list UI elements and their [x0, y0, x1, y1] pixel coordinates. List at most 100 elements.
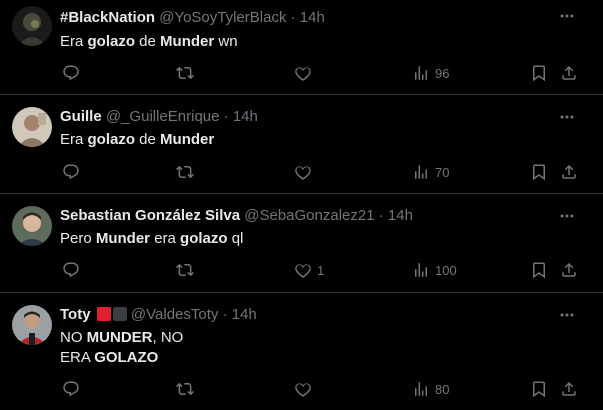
timestamp[interactable]: 14h — [300, 9, 325, 26]
bookmark-button[interactable] — [530, 63, 548, 83]
text-part-bold: golazo — [87, 33, 136, 50]
bookmark-icon — [533, 262, 545, 279]
timestamp[interactable]: 14h — [388, 207, 413, 224]
flag-badge-icon — [112, 307, 127, 321]
text-part: wn — [214, 33, 238, 50]
reply-button[interactable] — [62, 379, 80, 399]
text-part-bold: golazo — [87, 131, 136, 148]
text-part: ql — [227, 230, 244, 247]
share-button[interactable] — [560, 162, 578, 182]
tweet-text: Era golazo de Munder — [60, 130, 214, 150]
views-icon — [415, 382, 427, 396]
tweet[interactable]: #BlackNation @YoSoyTylerBlack · 14h Era … — [0, 0, 603, 95]
text-part-bold: golazo — [180, 230, 228, 247]
bookmark-icon — [533, 65, 545, 82]
like-button[interactable] — [294, 379, 317, 399]
share-button[interactable] — [560, 379, 578, 399]
reply-icon — [63, 164, 79, 180]
tweet-text: Pero Munder era golazo ql — [60, 229, 243, 249]
avatar[interactable] — [12, 6, 52, 46]
text-part-bold: GOLAZO — [94, 349, 159, 366]
avatar[interactable] — [12, 305, 52, 345]
user-handle[interactable]: @_GuilleEnrique — [106, 108, 220, 125]
reply-button[interactable] — [62, 260, 80, 280]
like-button[interactable] — [294, 63, 317, 83]
display-name[interactable]: #BlackNation — [60, 9, 155, 26]
text-part: Era — [60, 33, 88, 50]
display-name[interactable]: Sebastian González Silva — [60, 207, 240, 224]
share-button[interactable] — [560, 63, 578, 83]
like-button[interactable]: 1 — [294, 260, 324, 280]
retweet-button[interactable] — [176, 379, 194, 399]
like-icon — [295, 166, 311, 180]
text-part-bold: Munder — [160, 33, 215, 50]
retweet-button[interactable] — [176, 63, 194, 83]
bookmark-button[interactable] — [530, 260, 548, 280]
retweet-button[interactable] — [176, 162, 194, 182]
views-icon — [415, 66, 427, 80]
action-bar: 70 — [60, 162, 587, 182]
like-count: 1 — [317, 262, 325, 278]
text-part: NO — [60, 329, 87, 346]
more-icon[interactable] — [559, 109, 575, 125]
like-icon — [295, 67, 311, 81]
text-line: ERA GOLAZO — [60, 348, 183, 368]
tweet-text: Era golazo de Munder wn — [60, 32, 238, 52]
bookmark-button[interactable] — [530, 162, 548, 182]
views-button[interactable]: 96 — [412, 63, 449, 83]
reply-icon — [63, 381, 79, 397]
tweet[interactable]: Toty @ValdesToty · 14h NO MUNDER, NO ERA … — [0, 293, 603, 410]
text-part-bold: Munder — [160, 131, 215, 148]
like-icon — [295, 383, 311, 397]
tweet-header: #BlackNation @YoSoyTylerBlack · 14h — [60, 9, 325, 27]
share-button[interactable] — [560, 260, 578, 280]
more-icon[interactable] — [559, 208, 575, 224]
tweet-header: Sebastian González Silva @SebaGonzalez21… — [60, 207, 413, 225]
action-bar: 1 100 — [60, 260, 587, 280]
flag-badge-icon — [96, 307, 111, 321]
text-part: de — [135, 33, 161, 50]
view-count: 80 — [435, 381, 450, 397]
bookmark-button[interactable] — [530, 379, 548, 399]
like-button[interactable] — [294, 162, 317, 182]
bookmark-icon — [533, 381, 545, 398]
share-icon — [562, 164, 576, 179]
views-button[interactable]: 100 — [412, 260, 457, 280]
views-icon — [415, 165, 427, 179]
retweet-button[interactable] — [176, 260, 194, 280]
reply-button[interactable] — [62, 162, 80, 182]
tweet[interactable]: Sebastian González Silva @SebaGonzalez21… — [0, 194, 603, 293]
like-icon — [295, 264, 311, 278]
tweet[interactable]: Guille @_GuilleEnrique · 14h Era golazo … — [0, 95, 603, 194]
timestamp[interactable]: 14h — [232, 306, 257, 323]
user-handle[interactable]: @YoSoyTylerBlack — [159, 9, 286, 26]
user-handle[interactable]: @SebaGonzalez21 — [244, 207, 374, 224]
avatar[interactable] — [12, 107, 52, 147]
tweet-text: NO MUNDER, NO ERA GOLAZO — [60, 328, 183, 368]
reply-button[interactable] — [62, 63, 80, 83]
retweet-icon — [176, 66, 194, 80]
more-icon[interactable] — [559, 307, 575, 323]
separator-dot: · — [378, 207, 384, 224]
user-handle[interactable]: @ValdesToty — [131, 306, 219, 323]
text-part-bold: Munder — [95, 230, 151, 247]
separator-dot: · — [223, 108, 229, 125]
text-part: era — [150, 230, 181, 247]
view-count: 96 — [435, 65, 450, 81]
timestamp[interactable]: 14h — [233, 108, 258, 125]
more-icon[interactable] — [559, 8, 575, 24]
retweet-icon — [176, 263, 194, 277]
display-name[interactable]: Toty — [60, 306, 91, 323]
tweet-header: Toty @ValdesToty · 14h — [60, 306, 257, 324]
text-part: de — [135, 131, 161, 148]
text-line: NO MUNDER, NO — [60, 328, 183, 348]
action-bar: 96 — [60, 63, 587, 83]
views-button[interactable]: 70 — [412, 162, 449, 182]
text-part-bold: MUNDER — [86, 329, 153, 346]
avatar[interactable] — [12, 206, 52, 246]
action-bar: 80 — [60, 379, 587, 399]
display-name[interactable]: Guille — [60, 108, 102, 125]
text-part: ERA — [60, 349, 95, 366]
share-icon — [562, 65, 576, 80]
views-button[interactable]: 80 — [412, 379, 449, 399]
